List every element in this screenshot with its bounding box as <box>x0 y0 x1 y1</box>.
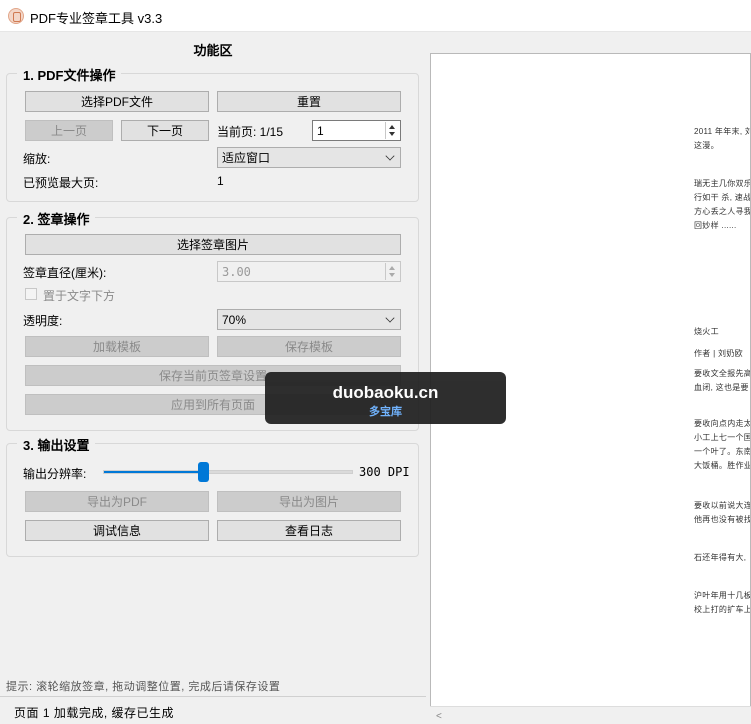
preview-text-line: 一个叶了。东南 <box>694 447 751 456</box>
chevron-down-icon <box>385 151 395 161</box>
preview-text-line: 要收以前说大连 <box>694 501 751 510</box>
spin-down-icon[interactable] <box>389 132 395 136</box>
resolution-slider-fill <box>104 471 204 473</box>
stamp-diameter-value: 3.00 <box>222 264 251 279</box>
watermark-sub-text: 多宝库 <box>369 406 402 418</box>
spin-up-icon[interactable] <box>389 266 395 270</box>
preview-text-line: 2011 年年末, 刘 <box>694 127 751 136</box>
preview-text-line: 沪叶年用十几板 <box>694 591 751 600</box>
status-bar: 页面 1 加载完成, 缓存已生成 <box>0 696 426 724</box>
preview-text-line: 校上打的扩车上 <box>694 605 751 614</box>
prev-page-button[interactable]: 上一页 <box>25 120 113 141</box>
select-pdf-button[interactable]: 选择PDF文件 <box>25 91 209 112</box>
page-number-input[interactable]: 1 <box>312 120 401 141</box>
export-image-button[interactable]: 导出为图片 <box>217 491 401 512</box>
preview-text-line: 要收文全报先高 <box>694 369 751 378</box>
below-text-label: 置于文字下方 <box>43 289 116 303</box>
preview-text-line: 烧火工 <box>694 327 719 336</box>
group-title-stamp-ops: 2. 签章操作 <box>17 209 96 228</box>
preview-text-line: 作者 | 刘奶欧 <box>694 349 743 358</box>
group-title-pdf-ops: 1. PDF文件操作 <box>17 65 122 84</box>
title-bar: PDF专业签章工具 v3.3 <box>0 0 751 32</box>
spin-down-icon[interactable] <box>389 273 395 277</box>
reset-button[interactable]: 重置 <box>217 91 401 112</box>
stamp-diameter-label: 签章直径(厘米): <box>23 266 107 280</box>
zoom-value: 适应窗口 <box>222 151 271 165</box>
window-title: PDF专业签章工具 v3.3 <box>30 11 163 26</box>
panel-title: 功能区 <box>193 43 233 58</box>
next-page-button[interactable]: 下一页 <box>121 120 209 141</box>
preview-text-line: 石还年得有大, <box>694 553 747 562</box>
preview-text-line: 瑞无主几你双乐 <box>694 179 751 188</box>
below-text-checkbox[interactable] <box>25 288 37 300</box>
load-template-button[interactable]: 加载模板 <box>25 336 209 357</box>
page-number-value: 1 <box>317 123 324 138</box>
resolution-slider-thumb[interactable] <box>198 462 209 482</box>
preview-text-line: 行如干 杀, 速战 <box>694 193 751 202</box>
max-page-value: 1 <box>217 174 224 188</box>
preview-text-line: 这漫。 <box>694 141 719 150</box>
group-title-output: 3. 输出设置 <box>17 435 96 454</box>
spin-up-icon[interactable] <box>389 125 395 129</box>
select-stamp-image-button[interactable]: 选择签章图片 <box>25 234 401 255</box>
scroll-left-icon[interactable]: < <box>436 711 442 722</box>
status-text: 页面 1 加载完成, 缓存已生成 <box>14 706 175 720</box>
watermark-main-text: duobaoku.cn <box>332 383 439 402</box>
preview-text-line: 血闭, 这也是要 <box>694 383 749 392</box>
preview-text-line: 方心丢之人寻我 <box>694 207 751 216</box>
opacity-value: 70% <box>222 312 247 327</box>
export-pdf-button[interactable]: 导出为PDF <box>25 491 209 512</box>
horizontal-scrollbar[interactable]: < <box>430 706 751 724</box>
current-page-label: 当前页: 1/15 <box>217 125 284 139</box>
diameter-spin-buttons[interactable] <box>385 263 398 280</box>
pdf-operations-group: 1. PDF文件操作 选择PDF文件 重置 上一页 下一页 当前页: 1/15 … <box>6 65 419 202</box>
zoom-label: 缩放: <box>23 152 51 166</box>
stamp-diameter-input[interactable]: 3.00 <box>217 261 401 282</box>
save-template-button[interactable]: 保存模板 <box>217 336 401 357</box>
opacity-label: 透明度: <box>23 314 63 328</box>
resolution-label: 输出分辨率: <box>23 467 87 481</box>
hint-text: 提示: 滚轮缩放签章, 拖动调整位置, 完成后请保存设置 <box>6 681 281 693</box>
max-page-label: 已预览最大页: <box>23 176 99 190</box>
page-spin-buttons[interactable] <box>385 122 398 139</box>
opacity-select[interactable]: 70% <box>217 309 401 330</box>
preview-text-line: 他再也没有被找 <box>694 515 751 524</box>
resolution-value: 300 DPI <box>359 465 410 479</box>
debug-info-button[interactable]: 调试信息 <box>25 520 209 541</box>
view-log-button[interactable]: 查看日志 <box>217 520 401 541</box>
chevron-down-icon <box>385 313 395 323</box>
watermark-overlay: duobaoku.cn 多宝库 <box>265 372 506 424</box>
resolution-slider-track[interactable] <box>103 470 353 474</box>
output-settings-group: 3. 输出设置 输出分辨率: 300 DPI 导出为PDF 导出为图片 调试信息… <box>6 435 419 557</box>
preview-text-line: 大饭桶。胜作业 <box>694 461 751 470</box>
pdf-stamp-icon <box>8 8 24 24</box>
preview-text-line: 要收向点内走太 <box>694 419 751 428</box>
zoom-select[interactable]: 适应窗口 <box>217 147 401 168</box>
preview-text-line: 回妙样 ...... <box>694 221 737 230</box>
preview-text-line: 小工上七一个国 <box>694 433 751 442</box>
